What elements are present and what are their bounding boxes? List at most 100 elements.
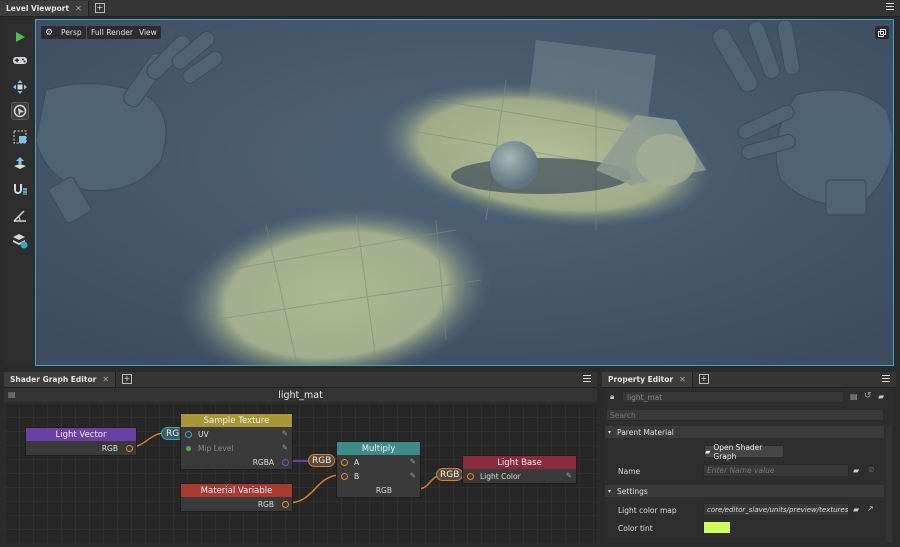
layers-icon[interactable] <box>11 232 29 250</box>
edit-icon[interactable]: ✎ <box>282 443 288 452</box>
viewport-toolbar <box>4 20 34 366</box>
input-label-light-color: Light Color <box>480 471 521 481</box>
panel-menu-icon[interactable] <box>583 375 591 384</box>
full-render-button[interactable]: Full Render <box>87 26 137 39</box>
node-material-variable[interactable]: Material Variable RGB <box>180 483 293 512</box>
magnet-grid-icon[interactable] <box>11 180 29 198</box>
tab-shader-graph-editor[interactable]: Shader Graph Editor ✕ <box>4 372 117 387</box>
panel-menu-icon[interactable] <box>886 3 894 12</box>
open-external-icon[interactable]: ↗ <box>867 504 874 513</box>
gamepad-icon[interactable] <box>11 51 29 69</box>
open-shader-graph-button[interactable]: ▰ Open Shader Graph <box>704 442 784 461</box>
tab-level-viewport[interactable]: Level Viewport ✕ <box>0 1 89 16</box>
save-icon[interactable]: ▤ <box>8 390 16 399</box>
graph-title-bar: ▤ light_mat <box>4 388 597 402</box>
node-title: Light Vector <box>26 428 136 441</box>
section-header: Settings <box>617 486 648 496</box>
maximize-viewport-icon[interactable] <box>875 26 889 39</box>
light-color-map-value: core/editor_slave/units/preview/textures… <box>707 505 849 514</box>
node-multiply[interactable]: Multiply A ✎ B ✎ RGB <box>336 441 421 498</box>
input-pin-b[interactable] <box>341 473 348 480</box>
full-render-label: Full Render <box>91 28 133 37</box>
collapse-arrow-icon: ▾ <box>608 428 612 436</box>
tab-label: Shader Graph Editor <box>10 375 97 384</box>
input-pin-light-color[interactable] <box>467 473 474 480</box>
add-tab-icon[interactable]: + <box>122 374 133 384</box>
shader-graph-canvas[interactable]: Light Vector RGB RG Sample Texture UV ✎ … <box>5 403 597 543</box>
swizzle-rgb[interactable]: RGB <box>436 468 464 481</box>
tab-property-editor[interactable]: Property Editor ✕ <box>602 372 693 387</box>
add-tab-icon[interactable]: + <box>94 3 105 13</box>
output-pin[interactable] <box>282 501 289 508</box>
swizzle-rgb[interactable]: RGB <box>308 454 336 467</box>
close-icon[interactable]: ✕ <box>102 375 109 384</box>
edit-icon[interactable]: ✎ <box>282 429 288 438</box>
object-name-field[interactable]: light_mat <box>622 391 844 403</box>
node-light-vector[interactable]: Light Vector RGB <box>25 427 137 456</box>
close-icon[interactable]: ✕ <box>75 4 82 13</box>
select-icon[interactable] <box>11 102 29 120</box>
folder-icon[interactable]: ▰ <box>853 466 859 475</box>
folder-icon[interactable]: ▰ <box>853 505 859 514</box>
tab-label: Level Viewport <box>6 4 70 13</box>
view-button[interactable]: View <box>135 26 161 39</box>
node-title: Material Variable <box>181 484 292 497</box>
edit-icon[interactable]: ✎ <box>566 471 572 480</box>
section-settings[interactable]: ▾ Settings <box>605 485 884 497</box>
add-tab-icon[interactable]: + <box>698 374 709 384</box>
persp-label: Persp <box>61 28 82 37</box>
output-label: RGB <box>101 443 118 453</box>
section-header: Parent Material <box>617 427 674 437</box>
panel-menu-icon[interactable] <box>882 375 890 384</box>
output-pin[interactable] <box>126 445 133 452</box>
search-input[interactable] <box>606 409 884 421</box>
scene-render <box>36 20 893 365</box>
input-pin-mip[interactable] <box>186 446 191 451</box>
input-pin-uv[interactable] <box>185 431 192 438</box>
light-color-map-label: Light color map <box>618 506 677 515</box>
name-label: Name <box>618 467 641 476</box>
node-sample-texture[interactable]: Sample Texture UV ✎ Mip Level ✎ RGBA <box>180 413 293 470</box>
shader-graph-tabbar: Shader Graph Editor ✕ + <box>4 372 597 388</box>
angle-icon[interactable] <box>11 206 29 224</box>
name-field[interactable] <box>703 464 849 477</box>
lock-icon[interactable]: 🔒︎ <box>610 392 614 402</box>
output-label: RGB <box>375 485 392 495</box>
edit-icon[interactable]: ✎ <box>410 457 416 466</box>
node-title: Light Base <box>463 456 576 469</box>
property-scrollbar[interactable] <box>886 426 892 542</box>
input-label-mip: Mip Level <box>198 443 234 453</box>
input-pin-a[interactable] <box>341 459 348 466</box>
viewport-settings-button[interactable]: ⚙ <box>41 26 58 39</box>
scale-icon[interactable] <box>11 128 29 146</box>
section-parent-material[interactable]: ▾ Parent Material <box>605 426 884 438</box>
node-light-base[interactable]: Light Base Light Color ✎ <box>462 455 577 484</box>
folder-icon[interactable]: ▰ <box>878 392 884 401</box>
property-editor-tabbar: Property Editor ✕ + <box>602 372 896 388</box>
swizzle-label: RGB <box>312 455 332 466</box>
object-name: light_mat <box>627 392 663 402</box>
play-icon[interactable] <box>11 28 29 46</box>
close-icon[interactable]: ✕ <box>679 375 686 384</box>
light-color-map-field[interactable]: core/editor_slave/units/preview/textures… <box>703 503 849 516</box>
output-pin[interactable] <box>282 459 289 466</box>
color-tint-swatch[interactable] <box>703 521 731 534</box>
output-label: RGBA <box>252 457 274 467</box>
button-label: Open Shader Graph <box>713 442 763 461</box>
edit-icon[interactable]: ✎ <box>410 471 416 480</box>
input-label-uv: UV <box>198 429 209 439</box>
swizzle-label: RGB <box>440 469 460 480</box>
tab-label: Property Editor <box>608 375 674 384</box>
move-icon[interactable] <box>11 78 29 96</box>
output-label: RGB <box>257 499 274 509</box>
folder-icon: ▰ <box>705 447 711 456</box>
persp-button[interactable]: Persp <box>57 26 86 39</box>
clear-icon[interactable]: ⊘ <box>868 465 875 474</box>
level-viewport[interactable]: ⚙ Persp Full Render View <box>35 19 894 366</box>
swizzle-label: RG <box>166 428 180 439</box>
save-icon[interactable]: ▤ <box>850 392 858 401</box>
snap-to-floor-icon[interactable] <box>11 154 29 172</box>
viewport-tabbar: Level Viewport ✕ + <box>0 0 900 17</box>
node-title: Sample Texture <box>181 414 292 427</box>
revert-icon[interactable]: ↺ <box>864 391 872 401</box>
